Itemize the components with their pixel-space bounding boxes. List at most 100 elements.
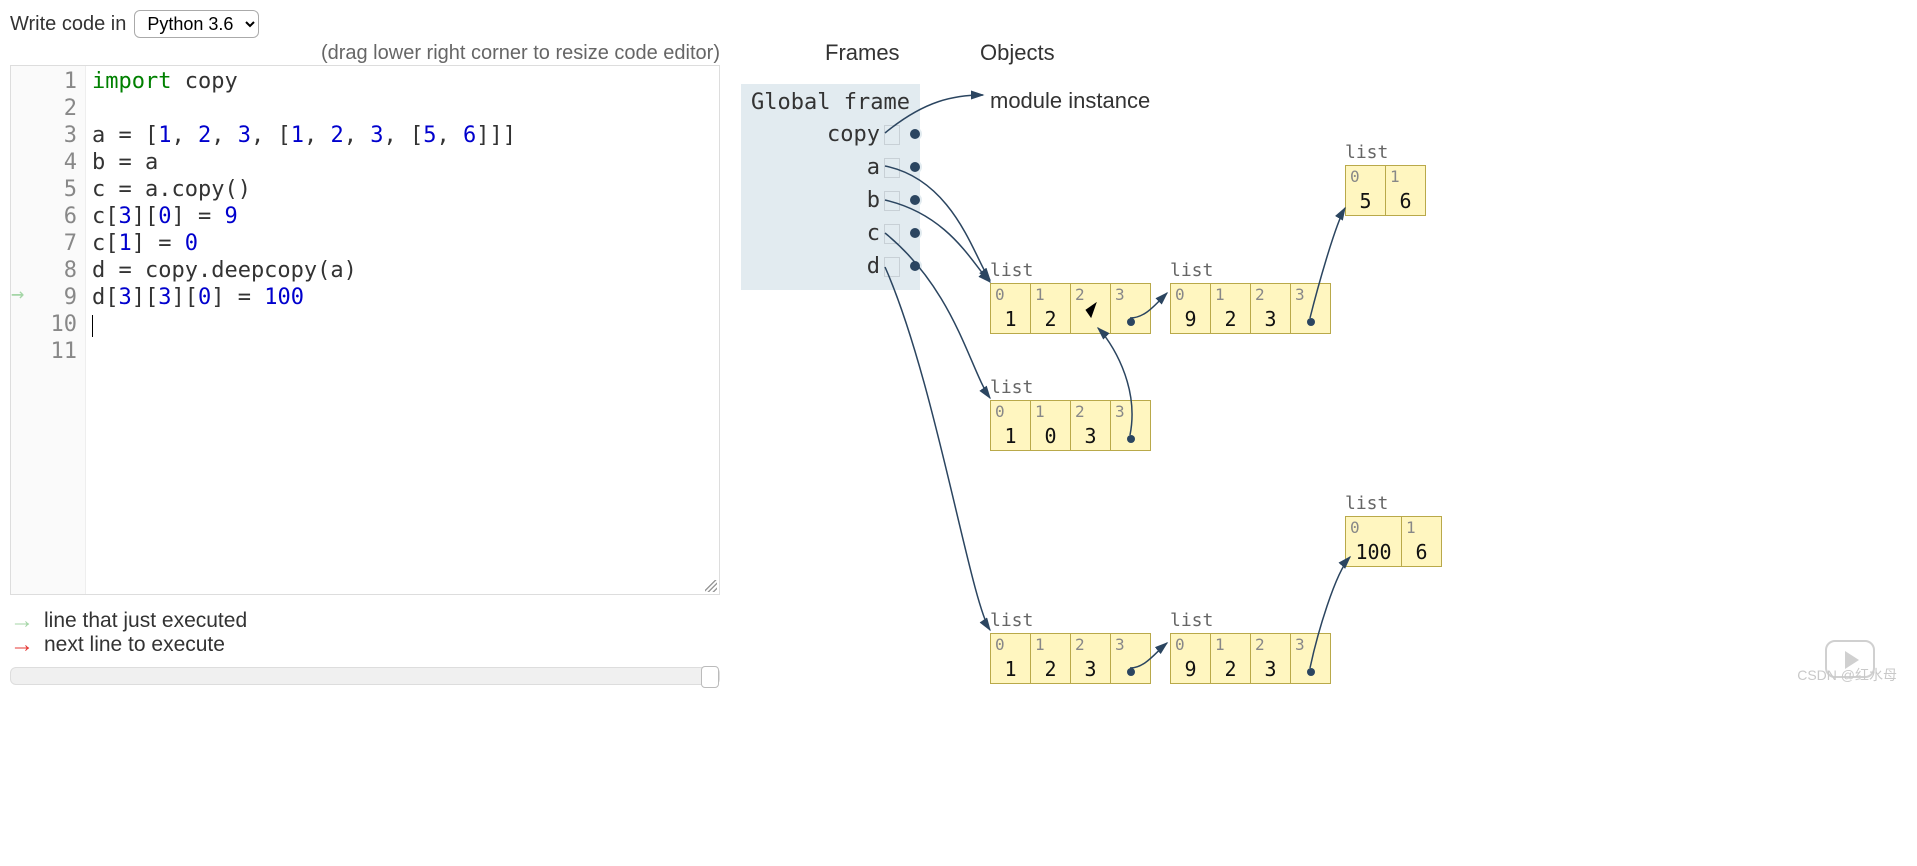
list-index: 3 (1111, 284, 1151, 306)
line-number: 7 (13, 230, 77, 257)
resize-handle[interactable] (705, 580, 717, 592)
list-table: 0123923 (1170, 633, 1331, 684)
heap-object: list011006 (1345, 493, 1442, 567)
list-value: 3 (1071, 656, 1111, 684)
code-line[interactable]: c = a.copy() (92, 176, 516, 203)
list-index: 1 (1031, 634, 1071, 656)
list-value (1111, 656, 1151, 684)
code-line[interactable]: b = a (92, 149, 516, 176)
list-value: 0 (1031, 423, 1071, 451)
code-editor[interactable]: 1234567891011→ import copy a = [1, 2, 3, … (10, 65, 720, 595)
pointer-dot-icon (1307, 668, 1315, 676)
frames-header: Frames (825, 40, 900, 66)
line-number: 3 (13, 122, 77, 149)
step-slider[interactable] (10, 667, 720, 685)
list-index: 1 (1031, 284, 1071, 306)
list-value: 1 (991, 306, 1031, 334)
line-number: 5 (13, 176, 77, 203)
next-label: next line to execute (44, 633, 225, 657)
code-line[interactable] (92, 338, 516, 365)
global-frame-title: Global frame (751, 90, 910, 119)
object-type-label: list (990, 260, 1151, 281)
resize-hint: (drag lower right corner to resize code … (20, 42, 720, 65)
code-line[interactable]: c[3][0] = 9 (92, 203, 516, 230)
list-value (1111, 306, 1151, 334)
object-type-label: list (1345, 142, 1426, 163)
list-value (1111, 423, 1151, 451)
heap-object: list0123103 (990, 377, 1151, 451)
pointer-dot-icon (1127, 668, 1135, 676)
code-line[interactable]: a = [1, 2, 3, [1, 2, 3, [5, 6]]] (92, 122, 516, 149)
heap-object: list0123923 (1170, 610, 1331, 684)
frame-var: a (751, 152, 910, 185)
objects-header: Objects (980, 40, 1055, 66)
list-table: 012312 (990, 283, 1151, 334)
list-index: 3 (1111, 401, 1151, 423)
list-index: 0 (991, 284, 1031, 306)
list-value: 6 (1386, 188, 1426, 216)
list-value: 9 (1171, 656, 1211, 684)
code-area[interactable]: import copy a = [1, 2, 3, [1, 2, 3, [5, 6… (86, 66, 522, 594)
list-index: 0 (1346, 166, 1386, 188)
list-value: 2 (1031, 656, 1071, 684)
object-type-label: list (1345, 493, 1442, 514)
heap-object: list012312 (990, 260, 1151, 334)
list-value: 100 (1346, 539, 1402, 567)
list-value: 2 (1211, 306, 1251, 334)
list-index: 0 (1171, 634, 1211, 656)
pointer-dot-icon (1127, 435, 1135, 443)
list-table: 011006 (1345, 516, 1442, 567)
language-select[interactable]: Python 3.6 (134, 10, 259, 38)
list-index: 0 (1346, 517, 1402, 539)
pointer-dot-icon (1127, 318, 1135, 326)
visualization: Frames Objects module instance Global fr… (735, 30, 1895, 730)
list-index: 1 (1402, 517, 1442, 539)
list-value: 1 (991, 656, 1031, 684)
write-code-label: Write code in (10, 13, 126, 36)
list-value (1291, 306, 1331, 334)
list-value: 9 (1171, 306, 1211, 334)
slider-handle[interactable] (701, 666, 719, 688)
list-index: 0 (991, 401, 1031, 423)
code-line[interactable]: d[3][3][0] = 100 (92, 284, 516, 311)
list-table: 0123123 (990, 633, 1151, 684)
list-value: 3 (1071, 423, 1111, 451)
list-table: 0156 (1345, 165, 1426, 216)
list-index: 1 (1211, 634, 1251, 656)
frame-var: c (751, 218, 910, 251)
list-index: 1 (1211, 284, 1251, 306)
list-index: 0 (991, 634, 1031, 656)
code-line[interactable] (92, 311, 516, 338)
next-arrow-icon: → (10, 633, 34, 657)
executed-arrow-icon: → (10, 609, 34, 633)
list-index: 1 (1031, 401, 1071, 423)
list-value: 5 (1346, 188, 1386, 216)
pointer-dot-icon (1307, 318, 1315, 326)
heap-object: list0123923 (1170, 260, 1331, 334)
code-line[interactable]: import copy (92, 68, 516, 95)
frame-var: d (751, 251, 910, 284)
list-value: 1 (991, 423, 1031, 451)
line-number: 2 (13, 95, 77, 122)
line-number: 10 (13, 311, 77, 338)
list-value (1291, 656, 1331, 684)
list-table: 0123103 (990, 400, 1151, 451)
list-index: 2 (1251, 634, 1291, 656)
list-value: 3 (1251, 656, 1291, 684)
list-index: 3 (1291, 284, 1331, 306)
executed-label: line that just executed (44, 609, 247, 633)
code-line[interactable] (92, 95, 516, 122)
object-type-label: list (1170, 610, 1331, 631)
heap-object: list0123123 (990, 610, 1151, 684)
frame-var: b (751, 185, 910, 218)
list-index: 1 (1386, 166, 1426, 188)
code-line[interactable]: d = copy.deepcopy(a) (92, 257, 516, 284)
gutter: 1234567891011→ (11, 66, 86, 594)
code-line[interactable]: c[1] = 0 (92, 230, 516, 257)
list-index: 3 (1111, 634, 1151, 656)
line-number: 4 (13, 149, 77, 176)
line-number: 11 (13, 338, 77, 365)
list-value: 2 (1031, 306, 1071, 334)
module-instance-label: module instance (990, 88, 1150, 114)
list-index: 2 (1251, 284, 1291, 306)
